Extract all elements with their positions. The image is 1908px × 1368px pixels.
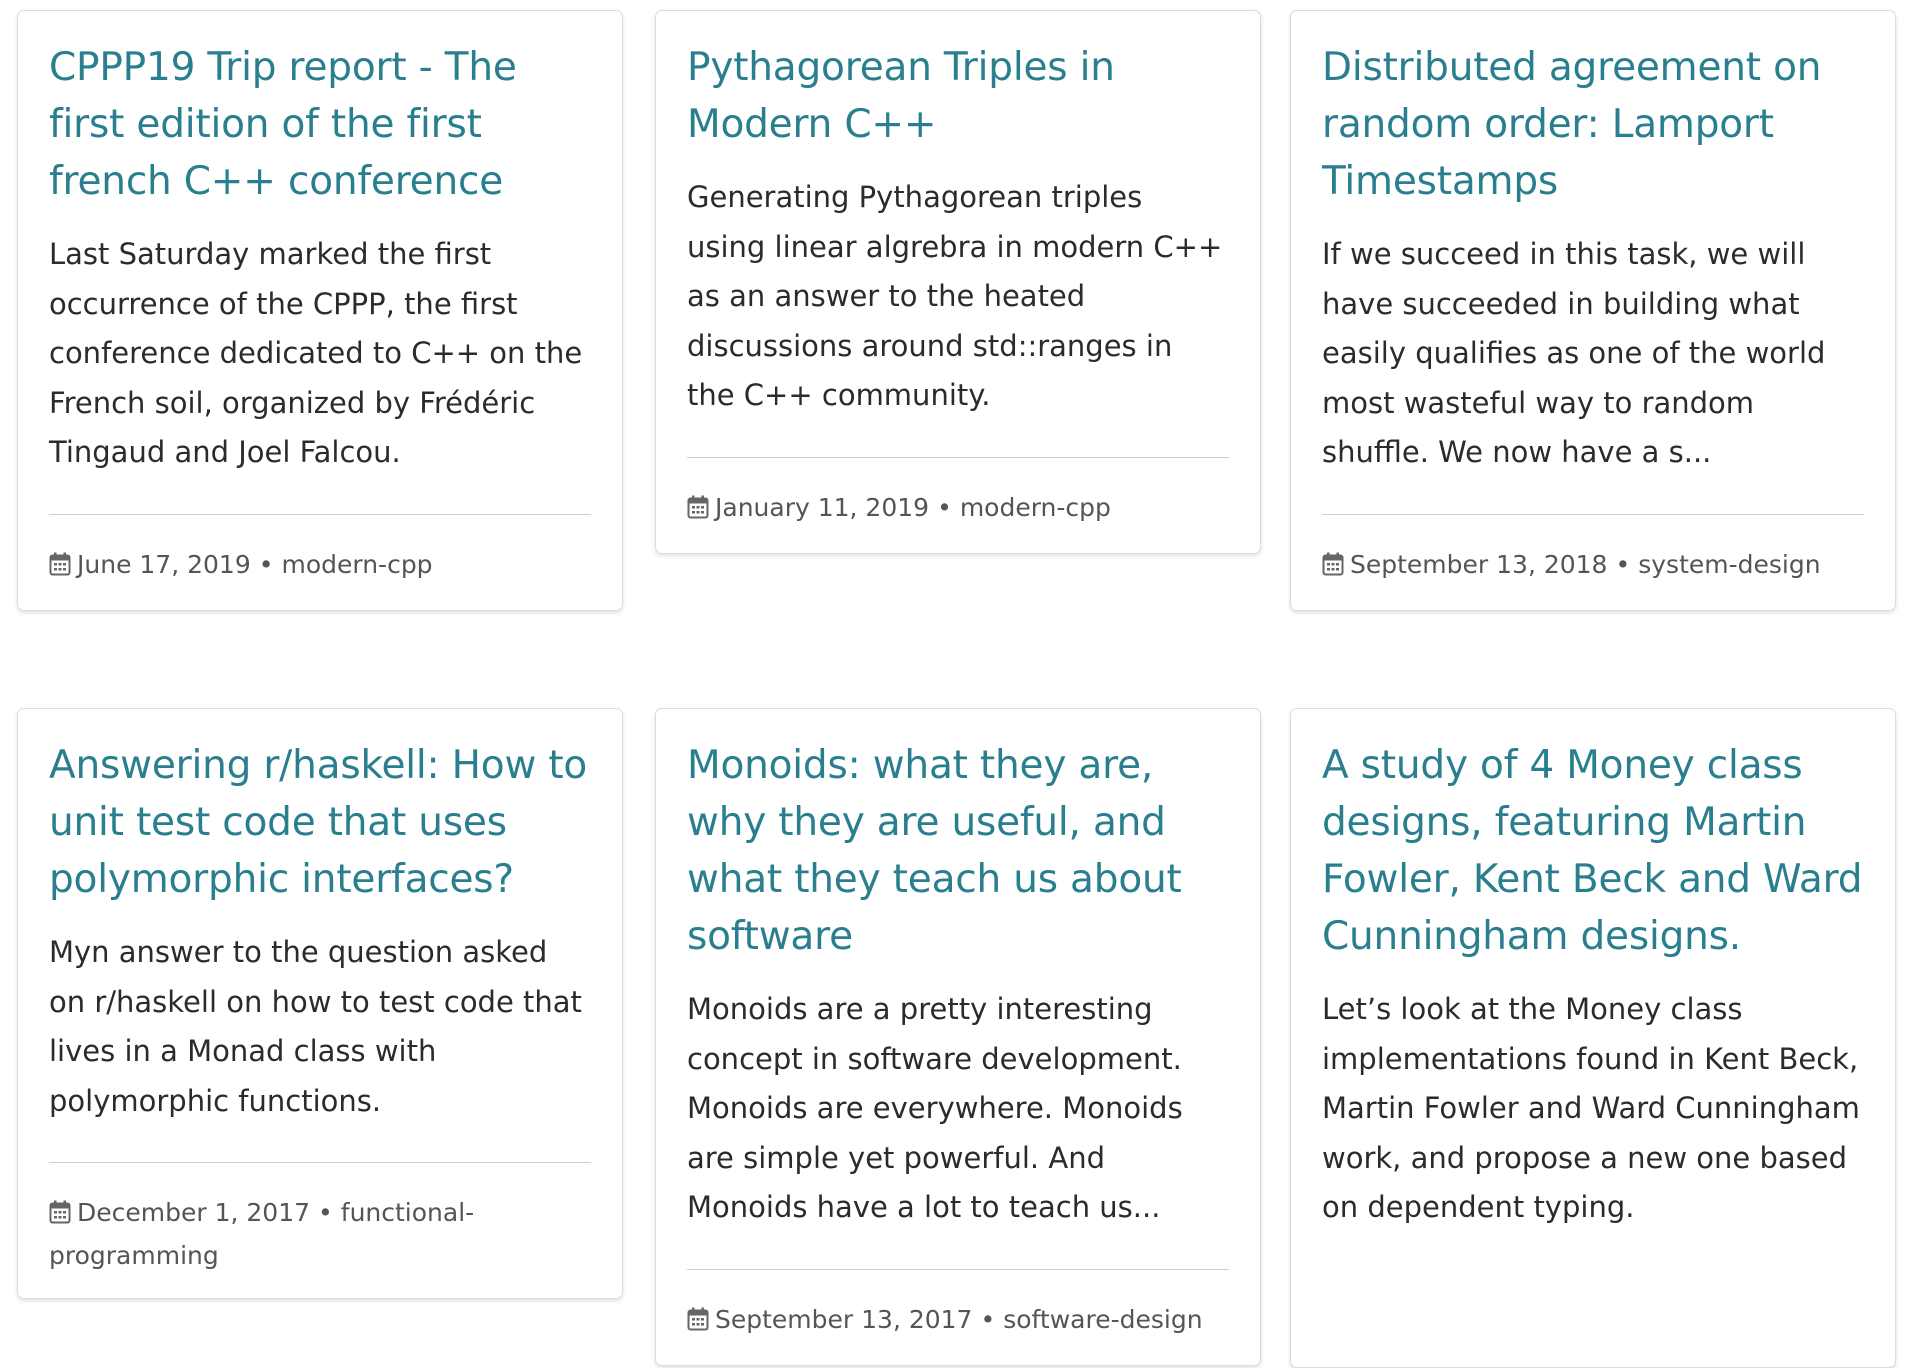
calendar-icon xyxy=(49,1196,71,1236)
post-tag-link[interactable]: modern-cpp xyxy=(281,550,432,579)
card-divider xyxy=(49,513,591,515)
post-card: Pythagorean Triples in Modern C++ Genera… xyxy=(655,10,1261,554)
post-date: September 13, 2018 xyxy=(1350,549,1608,579)
post-date: September 13, 2017 xyxy=(715,1304,973,1334)
meta-separator: • xyxy=(937,492,952,522)
post-meta: September 13, 2018 • system-design xyxy=(1322,545,1864,588)
post-card: CPPP19 Trip report - The first edition o… xyxy=(17,10,623,611)
calendar-icon xyxy=(1322,548,1344,588)
post-title-link[interactable]: Monoids: what they are, why they are use… xyxy=(687,737,1229,965)
post-card: A study of 4 Money class designs, featur… xyxy=(1290,708,1896,1368)
post-meta: September 13, 2017 • software-design xyxy=(687,1300,1229,1343)
post-excerpt: Monoids are a pretty interesting concept… xyxy=(687,992,1183,1224)
meta-separator: • xyxy=(1615,549,1631,579)
post-excerpt: If we succeed in this task, we will have… xyxy=(1322,237,1826,469)
post-title-link[interactable]: Answering r/haskell: How to unit test co… xyxy=(49,737,591,908)
post-title-link[interactable]: Pythagorean Triples in Modern C++ xyxy=(687,39,1229,153)
post-meta: January 11, 2019 • modern-cpp xyxy=(687,488,1229,531)
post-card: Distributed agreement on random order: L… xyxy=(1290,10,1896,611)
card-divider xyxy=(49,1162,591,1163)
card-divider xyxy=(1322,513,1864,515)
post-date: January 11, 2019 xyxy=(715,492,930,522)
meta-separator: • xyxy=(318,1198,333,1227)
post-card: Monoids: what they are, why they are use… xyxy=(655,708,1261,1366)
post-tag-link[interactable]: system-design xyxy=(1638,550,1820,579)
post-excerpt: Myn answer to the question asked on r/ha… xyxy=(49,935,582,1118)
post-meta: June 17, 2019 • modern-cpp xyxy=(49,545,591,588)
calendar-icon xyxy=(687,1303,709,1343)
post-title-link[interactable]: CPPP19 Trip report - The first edition o… xyxy=(49,39,591,210)
meta-separator: • xyxy=(980,1304,996,1334)
post-grid: CPPP19 Trip report - The first edition o… xyxy=(0,0,1908,1368)
post-card: Answering r/haskell: How to unit test co… xyxy=(17,708,623,1299)
post-date: June 17, 2019 xyxy=(77,549,251,579)
post-date: December 1, 2017 xyxy=(77,1198,311,1227)
meta-separator: • xyxy=(258,549,274,579)
post-title-link[interactable]: Distributed agreement on random order: L… xyxy=(1322,39,1864,210)
calendar-icon xyxy=(687,491,709,531)
post-excerpt: Last Saturday marked the first occurrenc… xyxy=(49,237,583,469)
calendar-icon xyxy=(49,548,71,588)
card-divider xyxy=(687,1268,1229,1270)
post-tag-link[interactable]: software-design xyxy=(1003,1305,1202,1334)
post-meta: December 1, 2017 • functional-programming xyxy=(49,1193,591,1276)
post-excerpt: Let’s look at the Money class implementa… xyxy=(1322,992,1860,1224)
post-title-link[interactable]: A study of 4 Money class designs, featur… xyxy=(1322,737,1864,965)
post-excerpt: Generating Pythagorean triples using lin… xyxy=(687,180,1223,412)
card-divider xyxy=(687,456,1229,458)
post-tag-link[interactable]: modern-cpp xyxy=(960,493,1111,522)
